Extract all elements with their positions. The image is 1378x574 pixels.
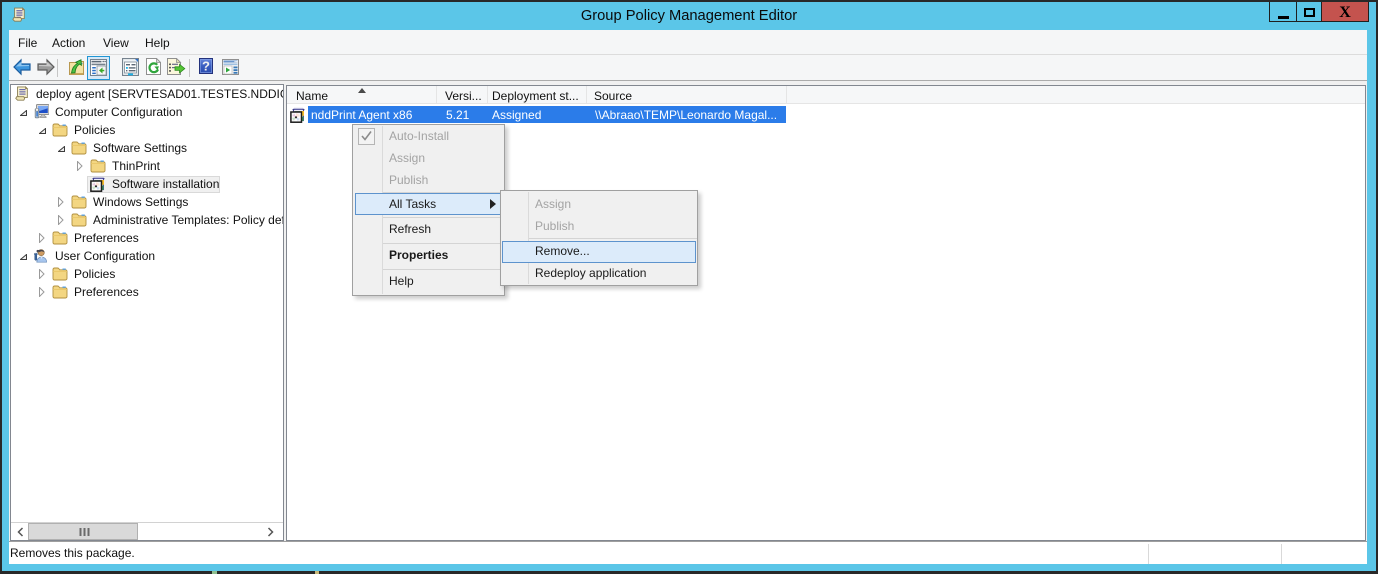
- svg-text:?: ?: [202, 59, 210, 74]
